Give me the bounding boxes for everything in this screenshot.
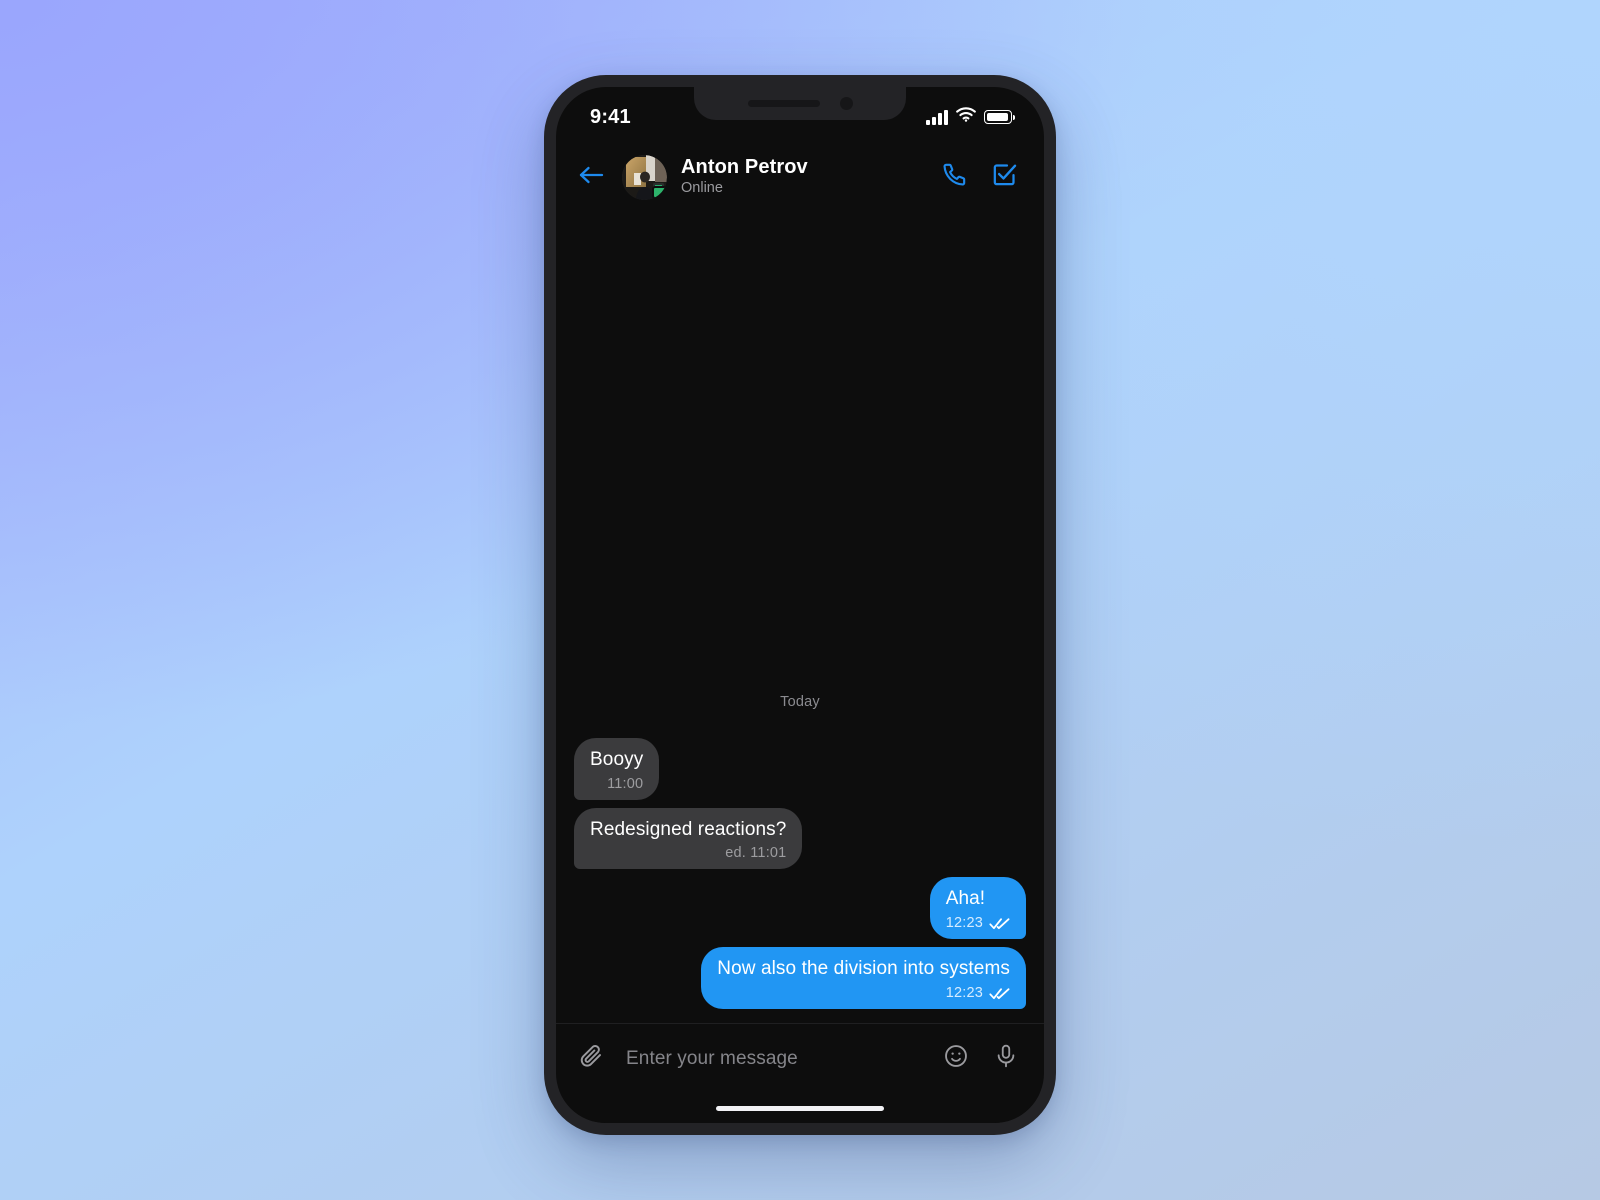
- double-check-read-icon: [989, 987, 1010, 1000]
- wifi-icon: [956, 107, 976, 127]
- microphone-icon: [993, 1043, 1019, 1074]
- peer-info[interactable]: Anton Petrov Online: [681, 156, 924, 197]
- message-meta: 12:23: [717, 985, 1010, 1001]
- front-camera-icon: [839, 97, 853, 110]
- phone-mockup: 9:41 Anton Petrov Online Today Booyy 11:…: [544, 75, 1056, 1135]
- peer-status: Online: [681, 180, 723, 197]
- online-status-badge: [652, 185, 667, 199]
- chat-header: Anton Petrov Online: [556, 143, 1044, 211]
- call-button[interactable]: [938, 161, 970, 193]
- input-actions: [940, 1043, 1022, 1075]
- phone-screen: 9:41 Anton Petrov Online Today Booyy 11:…: [556, 87, 1044, 1123]
- attach-button[interactable]: [576, 1043, 608, 1075]
- back-arrow-icon: [578, 164, 604, 191]
- back-button[interactable]: [574, 160, 608, 194]
- header-actions: [938, 161, 1020, 193]
- home-indicator-area: [556, 1093, 1044, 1123]
- day-divider: Today: [780, 693, 820, 710]
- avatar[interactable]: [622, 154, 667, 200]
- phone-notch: [694, 87, 906, 120]
- message-time: 12:23: [945, 915, 983, 932]
- double-check-read-icon: [989, 917, 1010, 930]
- message-time: 11:00: [607, 775, 644, 792]
- home-indicator[interactable]: [716, 1105, 884, 1111]
- peer-name: Anton Petrov: [681, 156, 808, 179]
- message-input-bar: [556, 1023, 1044, 1093]
- message-text: Redesigned reactions?: [590, 818, 787, 840]
- message-text: Aha!: [945, 888, 986, 910]
- cellular-signal-icon: [926, 109, 948, 125]
- message-bubble-outgoing[interactable]: Now also the division into systems 12:23: [701, 947, 1026, 1009]
- message-meta: 12:23: [946, 915, 1010, 931]
- smiley-face-icon: [943, 1043, 969, 1074]
- message-bubble-incoming[interactable]: Booyy 11:00: [574, 737, 660, 800]
- checkbox-edit-icon: [991, 161, 1018, 193]
- message-row: Now also the division into systems 12:23: [574, 947, 1026, 1009]
- message-list[interactable]: Today Booyy 11:00 Redesigned reactions?: [556, 211, 1044, 1023]
- message-input[interactable]: [624, 1047, 924, 1070]
- compose-button[interactable]: [988, 161, 1020, 193]
- message-time: 12:23: [945, 985, 983, 1001]
- status-bar-icons: [926, 107, 1016, 127]
- status-bar-time: 9:41: [590, 105, 631, 128]
- phone-frame: 9:41 Anton Petrov Online Today Booyy 11:…: [544, 75, 1056, 1135]
- battery-icon: [984, 110, 1016, 124]
- message-bubble-outgoing[interactable]: Aha! 12:23: [929, 877, 1026, 940]
- message-row: Booyy 11:00: [574, 737, 1026, 800]
- message-bubble-incoming[interactable]: Redesigned reactions? ed. 11:01: [574, 807, 803, 870]
- earpiece-speaker-icon: [747, 100, 820, 107]
- message-time-edited: ed. 11:01: [725, 845, 787, 862]
- paperclip-icon: [579, 1043, 605, 1074]
- message-meta: 11:00: [590, 776, 643, 792]
- voice-record-button[interactable]: [990, 1043, 1022, 1075]
- phone-call-icon: [941, 161, 968, 193]
- message-row: Aha! 12:23: [574, 877, 1026, 940]
- message-row: Redesigned reactions? ed. 11:01: [574, 807, 1026, 870]
- emoji-button[interactable]: [940, 1043, 972, 1075]
- message-text: Booyy: [590, 748, 644, 770]
- message-meta: ed. 11:01: [590, 845, 786, 861]
- message-text: Now also the division into systems: [717, 958, 1010, 980]
